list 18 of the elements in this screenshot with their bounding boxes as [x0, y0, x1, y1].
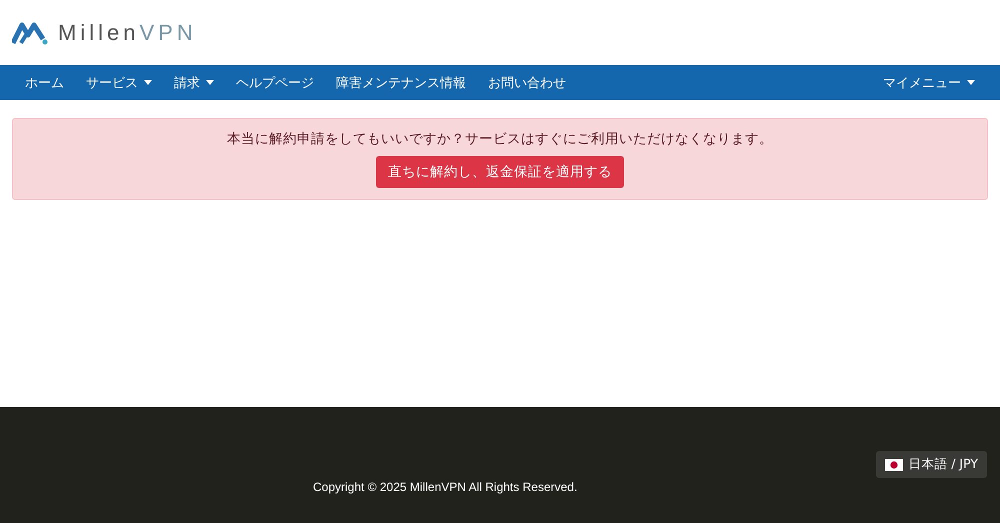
nav-link[interactable]: サービス	[75, 74, 163, 92]
language-button[interactable]: 日本語 / JPY	[876, 451, 987, 478]
nav-link[interactable]: 障害メンテナンス情報	[325, 74, 477, 92]
caret-icon	[967, 80, 975, 85]
nav-link[interactable]: 請求	[163, 74, 225, 92]
logo-text: Millen VPN	[58, 20, 197, 46]
nav-link[interactable]: ホーム	[14, 74, 75, 92]
logo[interactable]: Millen VPN	[12, 20, 197, 46]
logo-icon	[12, 20, 48, 44]
nav-link[interactable]: ヘルプページ	[225, 74, 325, 92]
alert-message: 本当に解約申請をしてもいいですか？サービスはすぐにご利用いただけなくなります。	[227, 130, 773, 148]
nav-link[interactable]: お問い合わせ	[477, 74, 577, 92]
cancel-refund-button[interactable]: 直ちに解約し、返金保証を適用する	[376, 156, 624, 188]
nav-link[interactable]: マイメニュー	[872, 74, 986, 92]
copyright-text: Copyright © 2025 MillenVPN All Rights Reserved.	[312, 480, 578, 494]
flag-icon	[885, 458, 904, 470]
caret-icon	[144, 80, 152, 85]
caret-icon	[206, 80, 214, 85]
